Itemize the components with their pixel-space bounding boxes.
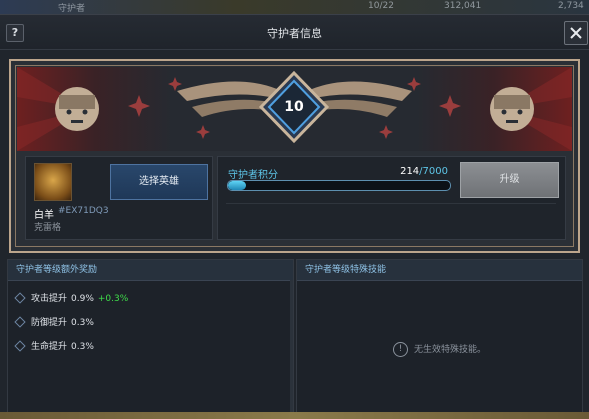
no-skill-message: ! 无生效特殊技能。	[297, 342, 582, 357]
guardian-face-right-icon	[490, 87, 534, 131]
score-max: 7000	[422, 166, 448, 177]
guardian-frame: 10 选择英雄 白羊 #EX71DQ3 克雷格 守护者积分 214/7000 升…	[9, 59, 580, 253]
player-subtitle: 克雷格	[34, 223, 62, 233]
star-icon	[439, 95, 461, 117]
guardian-info-dialog: ? 守护者信息 10 选择英雄 白羊 #EX71DQ3 克雷格 守护者积分 21…	[0, 14, 589, 413]
score-value: 214/7000	[368, 166, 448, 177]
bonus-row-defense: 防御提升 0.3%	[14, 315, 94, 329]
star-icon	[379, 125, 393, 139]
topbar-blur-mid: 10/22	[368, 1, 394, 11]
topbar-blur-left: 守护者	[58, 4, 86, 14]
guardian-face-left-icon	[55, 87, 99, 131]
bonus-row-health: 生命提升 0.3%	[14, 339, 94, 353]
dialog-title: 守护者信息	[267, 27, 322, 40]
player-name: 白羊	[34, 210, 54, 221]
star-icon	[196, 125, 210, 139]
bonus-section: 守护者等级额外奖励 攻击提升 0.9% +0.3% 防御提升 0.3% 生命提升 0.3…	[7, 259, 294, 413]
star-icon	[168, 77, 182, 91]
score-current: 214	[400, 166, 420, 177]
hero-avatar[interactable]	[34, 163, 72, 201]
score-label: 守护者积分	[228, 170, 278, 181]
bonus-section-title: 守护者等级额外奖励	[8, 260, 293, 281]
divider	[226, 203, 556, 204]
info-icon: !	[392, 342, 408, 357]
diamond-icon	[14, 291, 26, 304]
diamond-icon	[14, 315, 26, 328]
select-hero-button[interactable]: 选择英雄	[110, 164, 208, 200]
dialog-header: ? 守护者信息	[0, 15, 589, 50]
star-icon	[407, 77, 421, 91]
guardian-banner: 10	[17, 67, 572, 151]
score-progress-bar	[227, 180, 451, 191]
score-progress-fill	[228, 181, 246, 190]
player-panel: 选择英雄 白羊 #EX71DQ3 克雷格	[25, 156, 213, 240]
upgrade-button[interactable]: 升级	[460, 162, 559, 198]
top-resource-bar: 守护者 10/22 312,041 2,734	[0, 0, 589, 14]
diamond-icon	[14, 339, 26, 352]
bonus-row-attack: 攻击提升 0.9% +0.3%	[14, 291, 128, 305]
skills-section-title: 守护者等级特殊技能	[297, 260, 582, 281]
score-panel: 守护者积分 214/7000 升级	[217, 156, 566, 240]
scrollbar[interactable]	[290, 280, 293, 412]
close-button[interactable]	[564, 21, 588, 45]
skills-section: 守护者等级特殊技能 ! 无生效特殊技能。	[296, 259, 583, 413]
topbar-blur-right: 2,734	[558, 1, 584, 11]
topbar-gold: 312,041	[444, 1, 482, 11]
bottom-decoration	[0, 412, 589, 419]
close-icon	[570, 27, 582, 39]
guardian-level: 10	[284, 99, 304, 115]
player-id: #EX71DQ3	[58, 206, 109, 216]
star-icon	[128, 95, 150, 117]
